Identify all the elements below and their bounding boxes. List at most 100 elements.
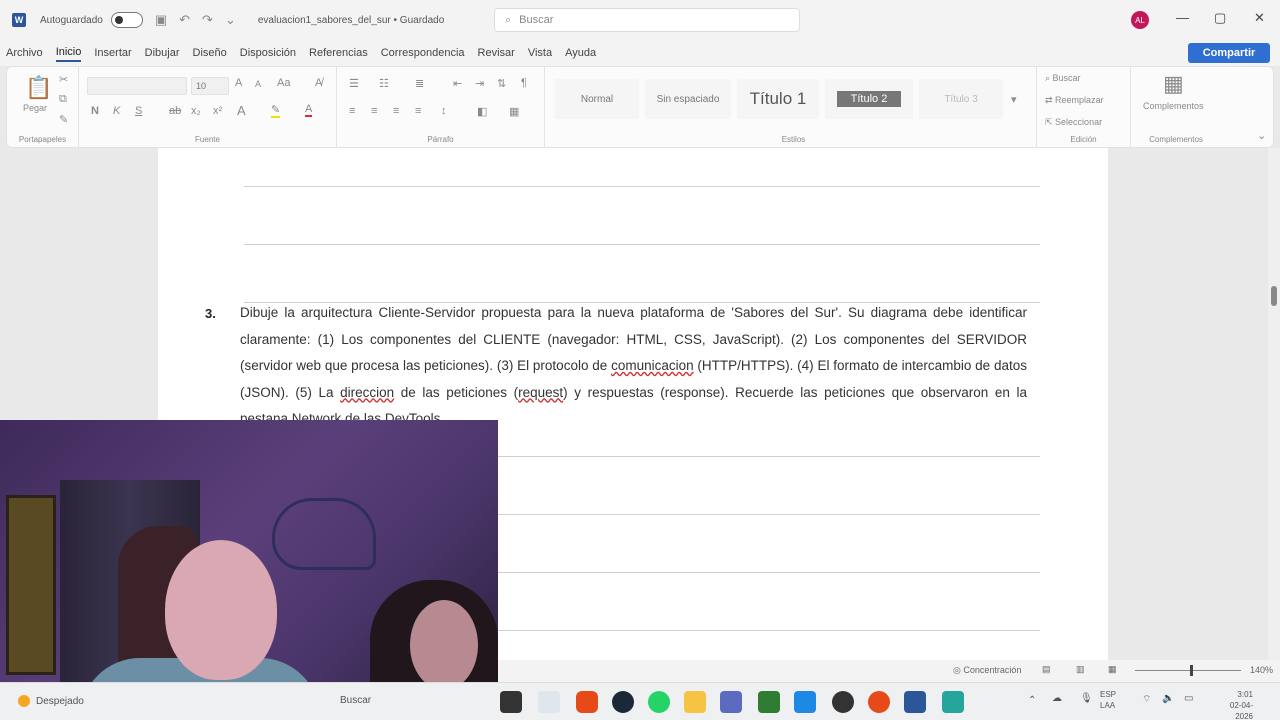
grow-font-icon[interactable]: A (235, 77, 242, 89)
document-name[interactable]: evaluacion1_sabores_del_sur • Guardado (258, 15, 444, 26)
superscript-icon[interactable]: x² (213, 105, 222, 117)
redo-icon[interactable]: ↷ (202, 12, 213, 28)
zoom-slider[interactable] (1135, 670, 1241, 671)
tab-insertar[interactable]: Insertar (94, 45, 131, 61)
text-effects-icon[interactable]: A (237, 103, 246, 118)
tab-correspondencia[interactable]: Correspondencia (381, 45, 465, 61)
file-explorer-icon[interactable] (684, 691, 706, 713)
tab-archivo[interactable]: Archivo (6, 45, 43, 61)
font-name-dropdown[interactable] (87, 77, 187, 95)
increase-indent-icon[interactable]: ⇥ (475, 77, 484, 90)
vertical-scrollbar[interactable] (1268, 148, 1280, 660)
bold-icon[interactable]: N (91, 105, 99, 117)
vscode-icon[interactable] (794, 691, 816, 713)
share-button[interactable]: Compartir (1188, 43, 1270, 63)
collapse-ribbon-icon[interactable]: ⌄ (1257, 129, 1266, 142)
borders-icon[interactable]: ▦ (509, 105, 519, 118)
wifi-icon[interactable]: ⌔ (1142, 693, 1151, 706)
font-size-dropdown[interactable]: 10 (191, 77, 229, 95)
shrink-font-icon[interactable]: A (255, 79, 261, 89)
onedrive-icon[interactable]: ☁ (1052, 693, 1062, 704)
cut-icon[interactable]: ✂ (59, 73, 68, 86)
weather-widget[interactable]: Despejado (18, 695, 84, 707)
app-icon-red[interactable] (868, 691, 890, 713)
select-button[interactable]: ⇱ Seleccionar (1045, 117, 1102, 128)
style-heading-1[interactable]: Título 1 (737, 79, 819, 119)
word-taskbar-icon[interactable] (904, 691, 926, 713)
tab-diseno[interactable]: Diseño (193, 45, 227, 61)
italic-icon[interactable]: K (113, 105, 120, 117)
font-color-icon[interactable]: A (305, 103, 313, 117)
app-icon[interactable] (720, 691, 742, 713)
focus-mode-button[interactable]: ◎ Concentración (953, 665, 1021, 676)
question-text[interactable]: Dibuje la arquitectura Cliente-Servidor … (240, 300, 1027, 433)
format-painter-icon[interactable]: ✎ (59, 113, 68, 126)
avatar[interactable]: AL (1131, 11, 1149, 29)
style-heading-3[interactable]: Título 3 (919, 79, 1003, 119)
notepad-icon[interactable] (942, 691, 964, 713)
decrease-indent-icon[interactable]: ⇤ (453, 77, 462, 90)
paragraph-mark-icon[interactable]: ¶ (521, 77, 527, 89)
customize-chevron-icon[interactable]: ⌄ (225, 12, 236, 28)
paste-label[interactable]: Pegar (23, 103, 47, 113)
align-right-icon[interactable]: ≡ (393, 105, 399, 117)
search-input[interactable]: ⌕ Buscar (494, 8, 800, 32)
tab-revisar[interactable]: Revisar (478, 45, 515, 61)
brave-browser-icon[interactable] (576, 691, 598, 713)
maximize-icon[interactable]: ▢ (1214, 10, 1226, 26)
numbering-icon[interactable]: ☷ (379, 77, 389, 90)
minimize-icon[interactable]: — (1176, 10, 1189, 25)
change-case-icon[interactable]: Aa (277, 77, 290, 89)
align-left-icon[interactable]: ≡ (349, 105, 355, 117)
style-no-spacing[interactable]: Sin espaciado (645, 79, 731, 119)
strikethrough-icon[interactable]: ab (169, 105, 181, 117)
language-indicator[interactable]: ESP LAA (1100, 689, 1116, 711)
chrome-icon[interactable] (832, 691, 854, 713)
find-button[interactable]: ⌕ Buscar (1045, 73, 1081, 84)
paste-icon[interactable]: 📋 (25, 75, 52, 101)
clock[interactable]: 3:01 02-04-2026 (1213, 689, 1253, 720)
shading-icon[interactable]: ◧ (477, 105, 487, 118)
underline-icon[interactable]: S (135, 105, 142, 117)
print-layout-icon[interactable]: ▥ (1076, 664, 1085, 675)
tab-inicio[interactable]: Inicio (55, 44, 82, 62)
web-layout-icon[interactable]: ▦ (1108, 664, 1117, 675)
tab-ayuda[interactable]: Ayuda (565, 45, 596, 61)
tab-vista[interactable]: Vista (528, 45, 552, 61)
styles-more-icon[interactable]: ▾ (1011, 93, 1017, 106)
excel-icon[interactable] (758, 691, 780, 713)
taskbar-search-placeholder[interactable]: Buscar (340, 695, 371, 706)
whatsapp-icon[interactable] (648, 691, 670, 713)
subscript-icon[interactable]: x₂ (191, 105, 201, 117)
save-icon[interactable]: ▣ (155, 12, 167, 28)
tab-referencias[interactable]: Referencias (309, 45, 368, 61)
tray-chevron-icon[interactable]: ⌃ (1028, 695, 1036, 706)
sort-icon[interactable]: ⇅ (497, 77, 506, 90)
volume-icon[interactable]: 🔈 (1162, 693, 1174, 704)
copy-icon[interactable]: ⧉ (59, 93, 67, 106)
mic-icon[interactable]: 🎙 (1080, 693, 1093, 704)
read-mode-icon[interactable]: ▤ (1042, 664, 1051, 675)
scrollbar-thumb[interactable] (1271, 286, 1277, 306)
battery-icon[interactable]: ▭ (1184, 693, 1193, 704)
close-icon[interactable]: ✕ (1254, 10, 1265, 26)
widgets-icon[interactable] (538, 691, 560, 713)
zoom-slider-thumb[interactable] (1190, 665, 1193, 676)
undo-icon[interactable]: ↶ (179, 12, 190, 28)
replace-button[interactable]: ⇄ Reemplazar (1045, 95, 1104, 106)
autosave-toggle[interactable] (110, 12, 143, 28)
style-heading-2[interactable]: Título 2 (825, 79, 913, 119)
addins-icon[interactable]: ▦ (1163, 71, 1184, 97)
tab-disposicion[interactable]: Disposición (240, 45, 296, 61)
line-spacing-icon[interactable]: ↕ (441, 105, 447, 117)
addins-button-label[interactable]: Complementos (1143, 101, 1204, 111)
multilevel-icon[interactable]: ≣ (415, 77, 424, 90)
align-center-icon[interactable]: ≡ (371, 105, 377, 117)
justify-icon[interactable]: ≡ (415, 105, 421, 117)
bullets-icon[interactable]: ☰ (349, 77, 359, 90)
zoom-level[interactable]: 140% (1250, 665, 1273, 675)
tab-dibujar[interactable]: Dibujar (145, 45, 180, 61)
style-normal[interactable]: Normal (555, 79, 639, 119)
steam-icon[interactable] (612, 691, 634, 713)
clear-format-icon[interactable]: A̸ (315, 77, 322, 89)
